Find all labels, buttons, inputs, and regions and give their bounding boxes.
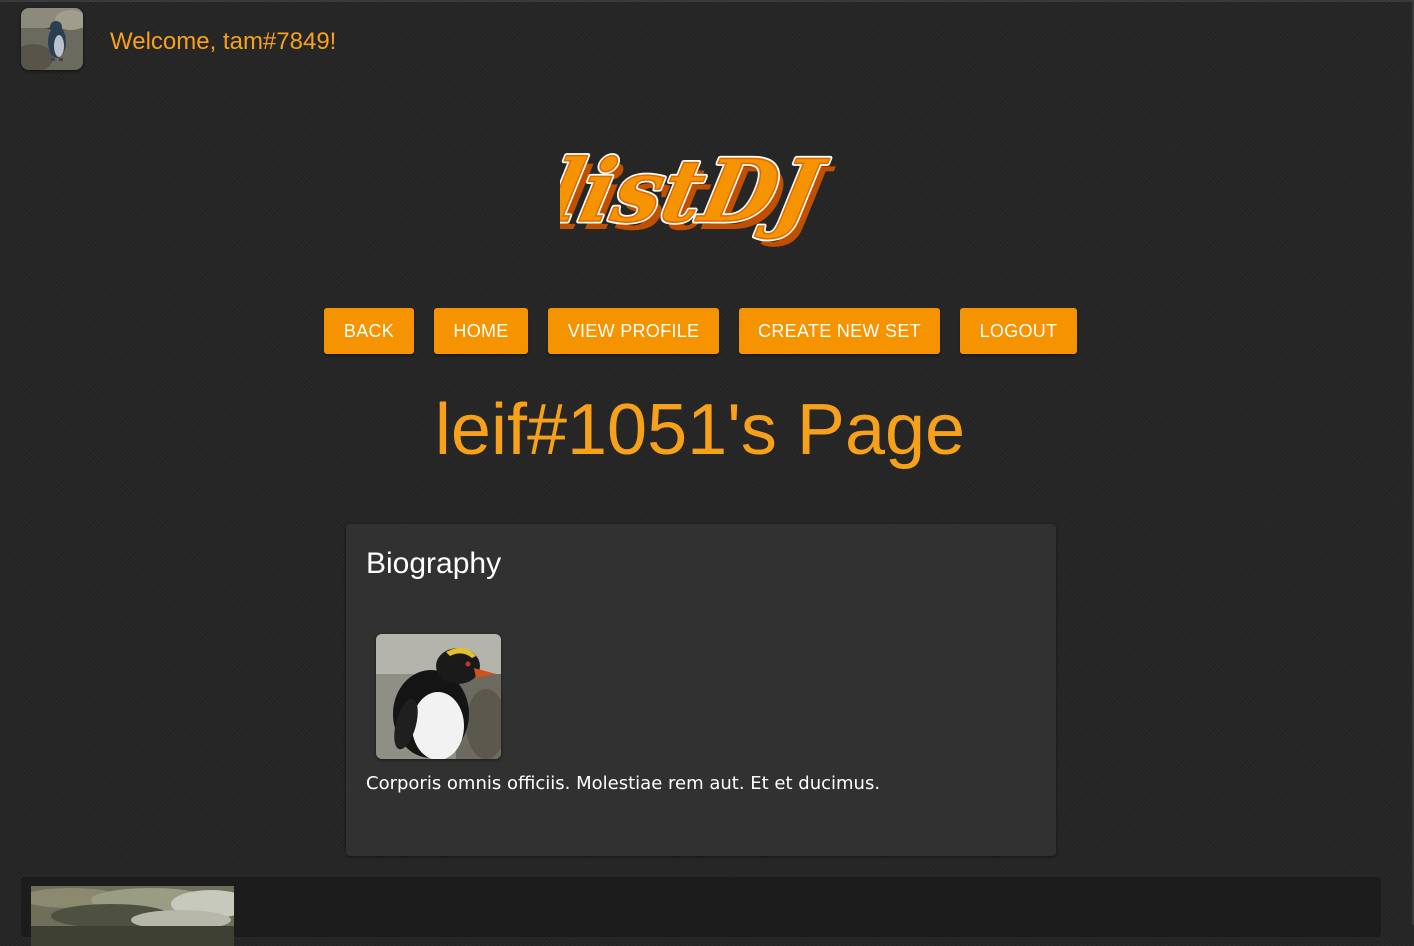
page-title: leif#1051's Page [434, 390, 966, 470]
set-thumbnail[interactable] [31, 886, 234, 946]
create-new-set-button[interactable]: CREATE NEW SET [739, 308, 940, 354]
penguin-avatar-icon [21, 8, 83, 70]
main-navigation: BACK HOME VIEW PROFILE CREATE NEW SET LO… [0, 308, 1400, 354]
view-profile-button[interactable]: VIEW PROFILE [548, 308, 719, 354]
biography-heading: Biography [366, 547, 502, 580]
biography-text: Corporis omnis officiis. Molestiae rem a… [366, 773, 881, 794]
user-avatar[interactable] [21, 8, 83, 70]
home-button[interactable]: HOME [434, 308, 528, 354]
penguin-photo-icon [376, 634, 501, 759]
logo-image: listDJ listDJ listDJ [536, 137, 840, 249]
window-top-border [0, 0, 1414, 2]
biography-card: Biography Corporis omnis officiis. Moles… [346, 524, 1056, 856]
rocks-thumbnail-icon [31, 886, 234, 946]
listdj-logo[interactable]: listDJ listDJ listDJ [536, 125, 840, 265]
logout-button[interactable]: LOGOUT [960, 308, 1077, 354]
sets-panel [21, 877, 1381, 946]
biography-image [376, 634, 501, 759]
welcome-message: Welcome, tam#7849! [110, 28, 337, 55]
back-button[interactable]: BACK [324, 308, 414, 354]
logo-outline-text: listDJ [560, 140, 834, 242]
